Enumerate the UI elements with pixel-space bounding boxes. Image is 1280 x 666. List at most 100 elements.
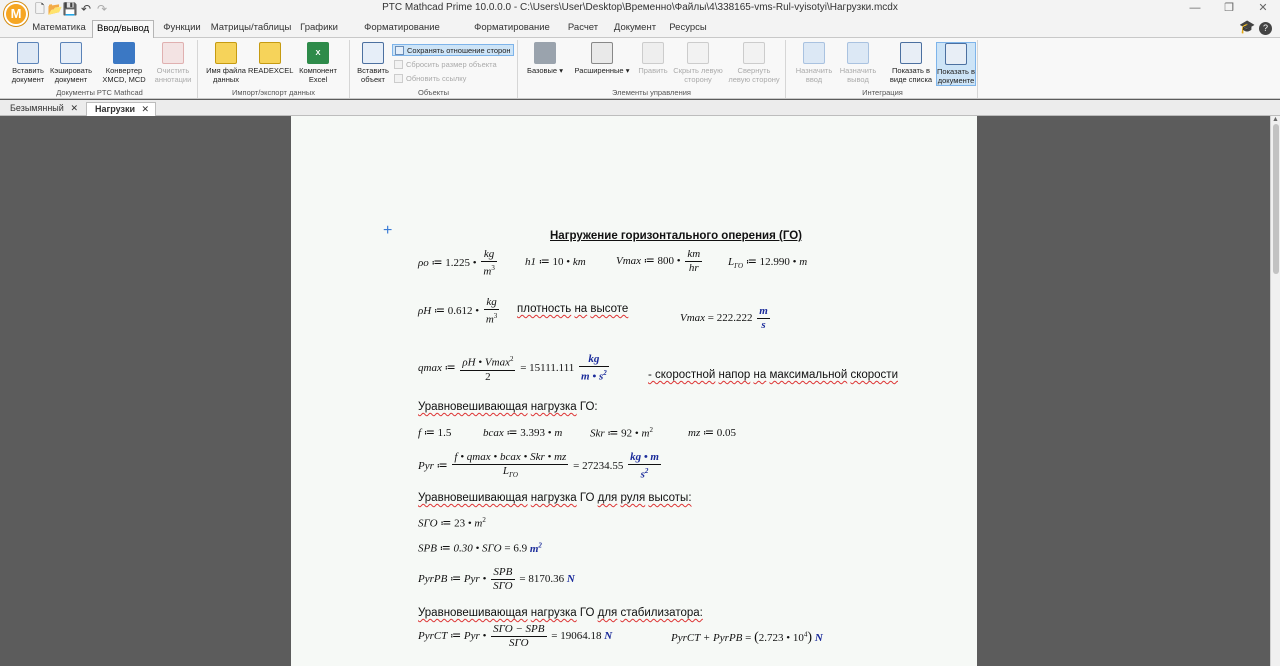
worksheet-heading[interactable]: Нагружение горизонтального оперения (ГО): [550, 230, 802, 242]
window-title: PTC Mathcad Prime 10.0.0.0 - C:\Users\Us…: [382, 2, 898, 13]
help-icon[interactable]: ?: [1259, 22, 1272, 35]
tab-functions[interactable]: Функции: [158, 20, 206, 38]
converter-button[interactable]: Конвертер XMCD, MCD: [100, 42, 148, 84]
qmax-note[interactable]: - скоростной напор на максимальной скоро…: [648, 369, 898, 381]
group-controls: Базовые ▾ Расширенные ▾ Править Скрыть л…: [518, 40, 786, 98]
list-icon: [900, 42, 922, 64]
close-tab-icon[interactable]: ✕: [70, 102, 78, 115]
graduation-cap-icon[interactable]: 🎓: [1239, 19, 1255, 34]
doc-tab-loads[interactable]: Нагрузки ✕: [86, 102, 156, 116]
group-label-docs: Документы PTC Mathcad: [56, 88, 143, 97]
group-integration: Назначить ввод Назначить вывод Показать …: [788, 40, 978, 98]
insert-object-icon: [362, 42, 384, 64]
readexcel-button[interactable]: READEXCEL: [248, 42, 293, 75]
data-file-icon: [215, 42, 237, 64]
balancing-load-title[interactable]: Уравновешивающая нагрузка ГО:: [418, 401, 598, 413]
tab-document[interactable]: Документ: [612, 20, 658, 38]
pyrpb-definition[interactable]: PyrPB ≔ Pyr • SPB SГО = 8170.36 N: [418, 566, 575, 593]
group-label-objects: Объекты: [418, 88, 449, 97]
scrollbar-thumb[interactable]: [1273, 124, 1279, 274]
basic-controls-button[interactable]: Базовые ▾: [522, 42, 568, 75]
vertical-scrollbar[interactable]: ▲: [1270, 116, 1280, 666]
group-docs: Вставить документ Кэшировать документ Ко…: [2, 40, 198, 98]
update-link-button[interactable]: Обновить ссылку: [392, 73, 514, 85]
show-in-document-icon: [945, 43, 967, 65]
vmax-result[interactable]: Vmax = 222.222 ms: [680, 305, 772, 332]
mz-definition[interactable]: mz ≔ 0.05: [688, 426, 736, 439]
tab-math[interactable]: Математика: [30, 20, 88, 38]
lgo-definition[interactable]: LГО ≔ 12.990 • m: [728, 255, 807, 270]
hide-left-side-button[interactable]: Скрыть левую сторону: [672, 42, 724, 84]
advanced-controls-icon: [591, 42, 613, 64]
insert-document-button[interactable]: Вставить документ: [6, 42, 50, 84]
group-objects: Вставить объект Сохранять отношение стор…: [350, 40, 518, 98]
hide-left-icon: [687, 42, 709, 64]
excel-component-button[interactable]: X Компонент Excel: [294, 42, 342, 84]
h1-definition[interactable]: h1 ≔ 10 • km: [525, 255, 586, 268]
reset-size-button[interactable]: Сбросить размер объекта: [392, 59, 514, 71]
tab-text-format[interactable]: Форматирование текста: [462, 20, 562, 49]
maximize-icon[interactable]: ❐: [1212, 0, 1246, 18]
spb-definition[interactable]: SPB ≔ 0.30 • SГО = 6.9 m2: [418, 541, 542, 555]
group-label-import: Импорт/экспорт данных: [232, 88, 315, 97]
readexcel-icon: [259, 42, 281, 64]
f-definition[interactable]: f ≔ 1.5: [418, 426, 451, 439]
qmax-definition[interactable]: qmax ≔ ρH • Vmax2 2 = 15111.111 kg m • s2: [418, 353, 611, 384]
tab-plots[interactable]: Графики: [296, 20, 342, 38]
worksheet-page[interactable]: + Нагружение горизонтального оперения (Г…: [291, 116, 977, 666]
clear-annotations-icon: [162, 42, 184, 64]
edit-icon: [642, 42, 664, 64]
insert-object-button[interactable]: Вставить объект: [354, 42, 392, 84]
reset-size-icon: [394, 60, 403, 69]
scroll-up-icon[interactable]: ▲: [1272, 116, 1279, 123]
crosshair-cursor-icon: +: [383, 222, 393, 239]
show-in-document-button[interactable]: Показать в документе: [936, 42, 976, 86]
rhoh-definition[interactable]: ρH ≔ 0.612 • kg m3: [418, 296, 501, 327]
ribbon-panel: Вставить документ Кэшировать документ Ко…: [0, 38, 1280, 99]
pyrct-definition[interactable]: PyrCT ≔ Pyr • SГО − SPB SГО = 19064.18 N: [418, 623, 612, 650]
title-bar: M 🗋 📂 💾 ↶ ↷ PTC Mathcad Prime 10.0.0.0 -…: [0, 0, 1280, 26]
density-note[interactable]: плотность на высоте: [517, 303, 628, 315]
tab-matrices[interactable]: Матрицы/таблицы: [210, 20, 292, 38]
workspace: + Нагружение горизонтального оперения (Г…: [0, 116, 1270, 666]
advanced-controls-button[interactable]: Расширенные ▾: [572, 42, 632, 75]
cache-document-button[interactable]: Кэшировать документ: [48, 42, 94, 84]
update-link-icon: [394, 74, 403, 83]
vmax-definition[interactable]: Vmax ≔ 800 • km hr: [616, 248, 704, 275]
basic-controls-icon: [534, 42, 556, 64]
mathcad-window: M 🗋 📂 💾 ↶ ↷ PTC Mathcad Prime 10.0.0.0 -…: [0, 0, 1280, 666]
group-label-integration: Интеграция: [862, 88, 903, 97]
aspect-ratio-icon: [395, 46, 404, 55]
doc-tab-untitled[interactable]: Безымянный ✕: [2, 102, 84, 116]
tab-resources[interactable]: Ресурсы: [668, 20, 708, 38]
insert-document-icon: [17, 42, 39, 64]
show-as-list-button[interactable]: Показать в виде списка: [888, 42, 934, 84]
rudder-load-title[interactable]: Уравновешивающая нагрузка ГО для руля вы…: [418, 492, 692, 504]
tab-formula-format[interactable]: Форматирование формул: [346, 20, 458, 49]
group-import: Имя файла данных READEXCEL X Компонент E…: [198, 40, 350, 98]
converter-icon: [113, 42, 135, 64]
close-icon[interactable]: ✕: [1246, 0, 1280, 18]
keep-aspect-ratio-button[interactable]: Сохранять отношение сторон: [392, 44, 514, 56]
sgo-definition[interactable]: SГО ≔ 23 • m2: [418, 516, 486, 530]
stabilizer-load-title[interactable]: Уравновешивающая нагрузка ГО для стабили…: [418, 607, 703, 619]
collapse-left-side-button[interactable]: Свернуть левую сторону: [726, 42, 782, 84]
edit-button[interactable]: Править: [636, 42, 670, 75]
mathcad-logo[interactable]: M: [4, 2, 28, 26]
assign-output-button[interactable]: Назначить вывод: [836, 42, 880, 84]
collapse-left-icon: [743, 42, 765, 64]
clear-annotations-button[interactable]: Очистить аннотации: [150, 42, 196, 84]
cache-document-icon: [60, 42, 82, 64]
tab-calc[interactable]: Расчет: [566, 20, 600, 38]
skr-definition[interactable]: Skr ≔ 92 • m2: [590, 426, 653, 440]
rho0-definition[interactable]: ρo ≔ 1.225 • kg m3: [418, 248, 499, 279]
data-file-name-button[interactable]: Имя файла данных: [202, 42, 250, 84]
assign-input-button[interactable]: Назначить ввод: [792, 42, 836, 84]
pyr-definition[interactable]: Pyr ≔ f • qmax • bcax • Skr • mz LГО = 27…: [418, 451, 663, 482]
close-tab-icon[interactable]: ✕: [141, 103, 149, 116]
minimize-icon[interactable]: —: [1178, 0, 1212, 18]
sum-evaluation[interactable]: PyrCT + PyrPB = (2.723 • 104) N: [671, 630, 823, 646]
tab-io[interactable]: Ввод/вывод: [92, 20, 154, 38]
bcax-definition[interactable]: bcax ≔ 3.393 • m: [483, 426, 562, 439]
group-label-controls: Элементы управления: [612, 88, 691, 97]
